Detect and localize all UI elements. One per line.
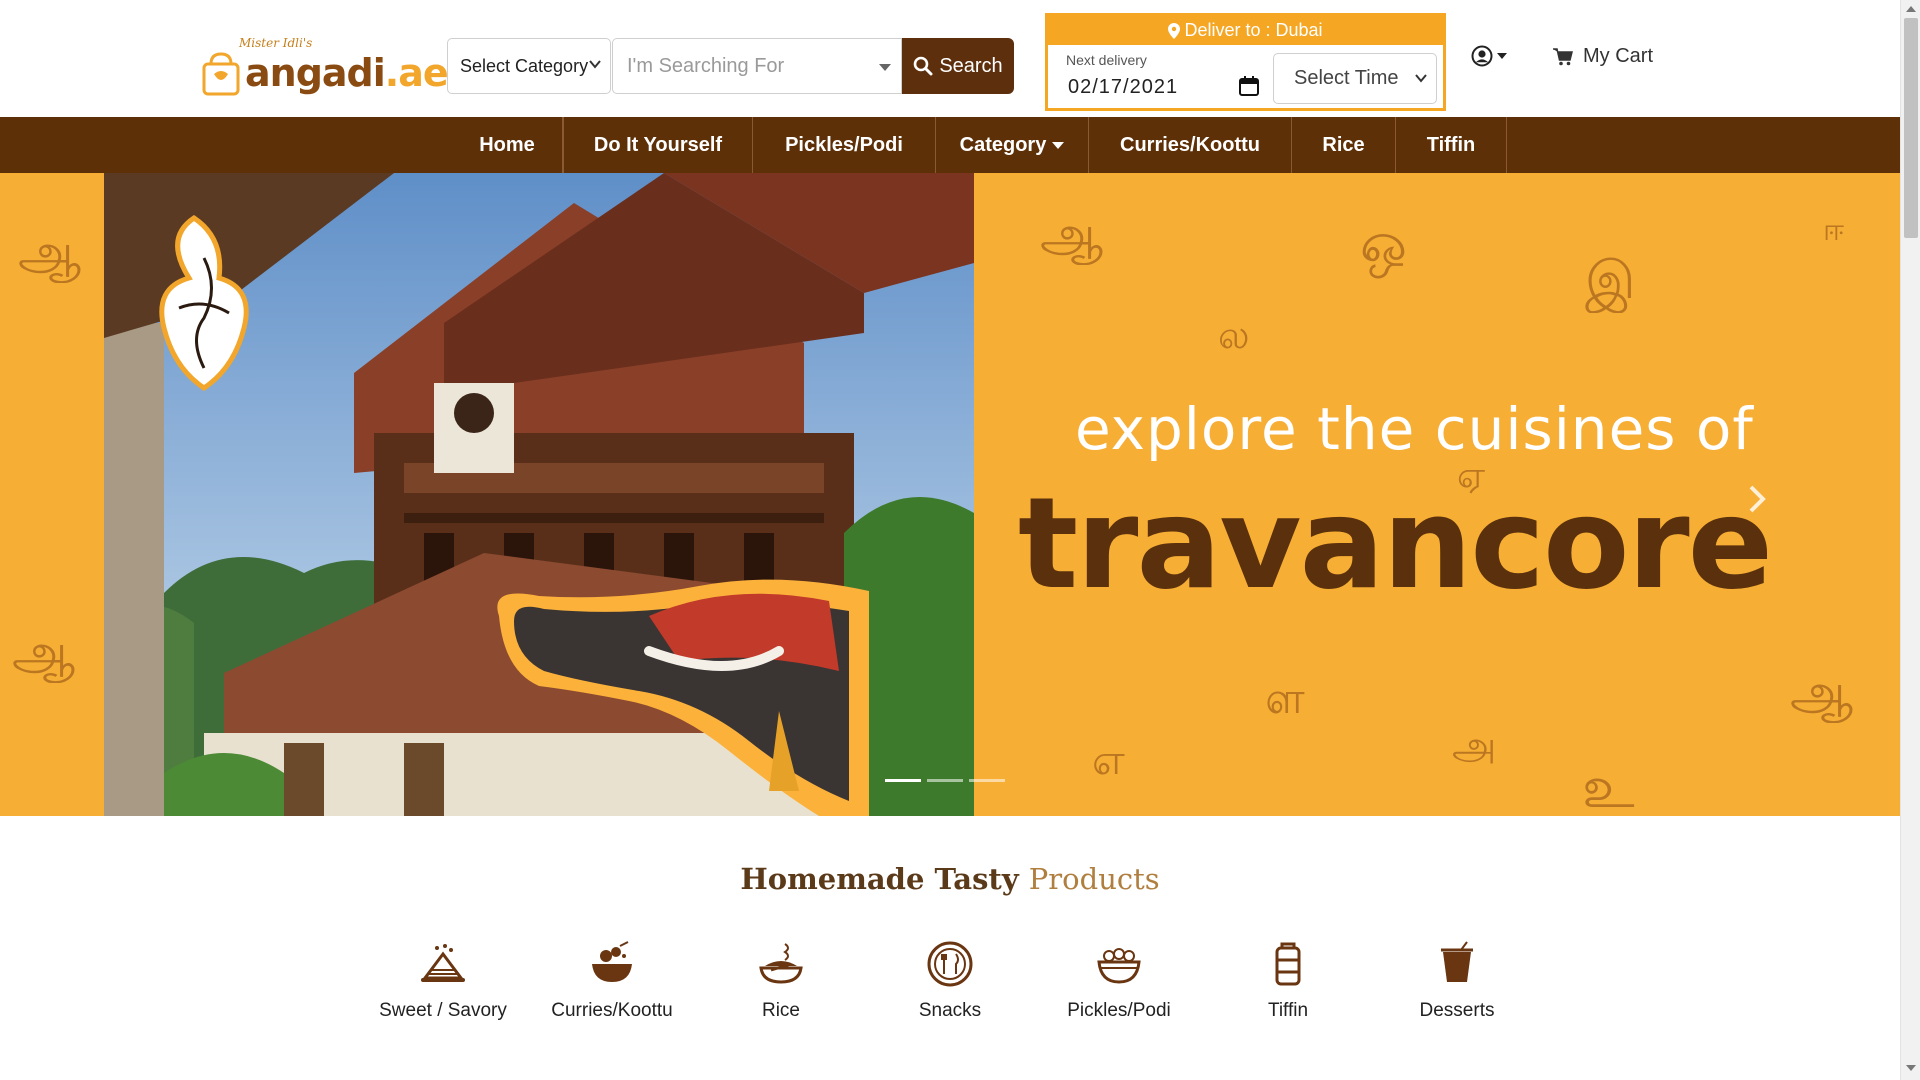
carousel-next-icon[interactable]: [1745, 481, 1771, 517]
map-marker-icon: [1168, 22, 1181, 39]
deliver-location-label: Deliver to : Dubai: [1184, 20, 1323, 40]
chevron-down-icon: [589, 60, 601, 69]
logo-wordmark: angadi.ae: [245, 50, 449, 96]
carousel-indicator[interactable]: [885, 779, 921, 782]
products-section-title: Homemade Tasty Products: [0, 862, 1900, 896]
carousel-indicator[interactable]: [927, 779, 963, 782]
category-snacks[interactable]: Snacks: [875, 940, 1025, 1022]
site-logo[interactable]: Mister Idli's angadi.ae: [201, 36, 449, 96]
category-tiffin[interactable]: Tiffin: [1213, 940, 1363, 1022]
category-label: Sweet / Savory: [379, 1000, 507, 1021]
tamil-letter-decoration: ல: [1218, 313, 1250, 357]
main-nav: Home Do It Yourself Pickles/Podi Categor…: [0, 117, 1900, 173]
snacks-plate-icon: [927, 941, 973, 987]
chevron-down-icon: [1415, 74, 1427, 83]
search-input[interactable]: I'm Searching For: [612, 38, 902, 94]
curry-bowl-icon: [592, 941, 632, 982]
category-select[interactable]: Select Category: [447, 38, 611, 94]
tamil-letter-decoration: ள: [1265, 673, 1305, 724]
category-label: Rice: [761, 1000, 800, 1021]
header: Mister Idli's angadi.ae Select Category …: [0, 0, 1900, 117]
tamil-letter-decoration: ஈ: [1823, 213, 1845, 248]
nav-item-label: Do It Yourself: [593, 133, 723, 156]
hero-slogan-line1: explore the cuisines of: [1075, 395, 1754, 463]
logo-name: angadi: [245, 51, 386, 95]
category-pickles-podi[interactable]: Pickles/Podi: [1044, 940, 1194, 1022]
nav-item-label: Category: [959, 133, 1047, 156]
category-label: Desserts: [1419, 1000, 1495, 1021]
category-label: Tiffin: [1267, 1000, 1309, 1021]
calendar-icon[interactable]: [1238, 75, 1260, 97]
tamil-letter-decoration: ஆ: [1790, 663, 1854, 721]
nav-item-label: Home: [479, 133, 535, 156]
dessert-cup-icon: [1441, 941, 1473, 982]
nav-item-label: Tiffin: [1426, 133, 1476, 156]
tiffin-box-icon: [1275, 942, 1301, 986]
nav-item-category[interactable]: Category: [936, 117, 1089, 173]
search-button[interactable]: Search: [902, 38, 1014, 94]
scroll-down-icon[interactable]: [1906, 1065, 1916, 1071]
hero-carousel: ஆ ஆ ஒ இ ல ஈ ஏ ஆ ள ஆ அ எ உ explore the cu…: [0, 173, 1900, 816]
logo-tagline: Mister Idli's: [239, 36, 313, 50]
category-select-label: Select Category: [460, 55, 589, 76]
category-label: Pickles/Podi: [1067, 1000, 1171, 1021]
cart-label: My Cart: [1583, 45, 1653, 67]
tamil-letter-decoration: ஆ: [1040, 205, 1104, 263]
tamil-letter-decoration: ஒ: [1360, 211, 1407, 276]
carousel-indicator[interactable]: [969, 779, 1005, 782]
nav-item-do-it-yourself[interactable]: Do It Yourself: [563, 117, 753, 173]
category-desserts[interactable]: Desserts: [1382, 940, 1532, 1022]
shopping-cart-icon: [1553, 47, 1573, 65]
search-button-label: Search: [939, 54, 1003, 77]
nav-item-tiffin[interactable]: Tiffin: [1396, 117, 1507, 173]
delivery-time-select[interactable]: Select Time: [1273, 53, 1437, 104]
hero-slogan-line2: travancore: [1018, 470, 1773, 617]
tamil-letter-decoration: எ: [1092, 735, 1125, 784]
delivery-time-label: Select Time: [1294, 67, 1399, 89]
user-account-menu[interactable]: [1471, 45, 1507, 67]
scrollbar-thumb[interactable]: [1904, 18, 1918, 238]
category-label: Curries/Koottu: [551, 1000, 673, 1021]
products-title-accent: Products: [1028, 862, 1160, 896]
user-circle-icon: [1471, 45, 1493, 67]
nav-item-label: Pickles/Podi: [785, 133, 903, 156]
delivery-date-input[interactable]: 02/17/2021: [1068, 76, 1178, 99]
search-placeholder: I'm Searching For: [627, 54, 785, 77]
sweet-savory-icon: [421, 944, 465, 982]
nav-item-pickles-podi[interactable]: Pickles/Podi: [753, 117, 936, 173]
nav-item-curries-koottu[interactable]: Curries/Koottu: [1089, 117, 1292, 173]
tamil-letter-decoration: ஆ: [18, 223, 82, 281]
tamil-letter-decoration: இ: [1585, 251, 1636, 311]
scroll-up-icon[interactable]: [1906, 6, 1916, 12]
caret-down-icon: [1052, 141, 1065, 149]
carousel-indicators: [885, 779, 1005, 782]
products-title-main: Homemade Tasty: [740, 862, 1019, 896]
nav-item-label: Curries/Koottu: [1120, 133, 1260, 156]
next-delivery-label: Next delivery: [1066, 52, 1147, 68]
rice-icon: [759, 943, 803, 984]
caret-down-icon: [879, 64, 891, 71]
search-icon: [914, 56, 933, 76]
tamil-letter-decoration: உ: [1582, 753, 1635, 816]
category-sweet-savory[interactable]: Sweet / Savory: [368, 940, 518, 1022]
delivery-panel: Deliver to : Dubai Next delivery 02/17/2…: [1045, 13, 1446, 111]
page: Mister Idli's angadi.ae Select Category …: [0, 0, 1920, 1080]
deliver-location[interactable]: Deliver to : Dubai: [1048, 16, 1443, 45]
shopping-bag-icon: [201, 50, 241, 96]
hero-palace-image: [104, 173, 974, 816]
logo-suffix: .ae: [384, 51, 449, 95]
tamil-letter-decoration: ஆ: [12, 623, 76, 681]
nav-item-rice[interactable]: Rice: [1292, 117, 1396, 173]
pickles-bowl-icon: [1097, 948, 1141, 984]
nav-item-home[interactable]: Home: [452, 117, 563, 173]
category-label: Snacks: [918, 1000, 982, 1021]
nav-item-label: Rice: [1322, 133, 1365, 156]
caret-down-icon: [1497, 53, 1507, 59]
tamil-letter-decoration: அ: [1452, 723, 1497, 769]
cart-link[interactable]: My Cart: [1553, 45, 1653, 68]
page-scrollbar[interactable]: [1900, 0, 1920, 1080]
category-rice[interactable]: Rice: [706, 940, 856, 1022]
category-curries-koottu[interactable]: Curries/Koottu: [537, 940, 687, 1022]
